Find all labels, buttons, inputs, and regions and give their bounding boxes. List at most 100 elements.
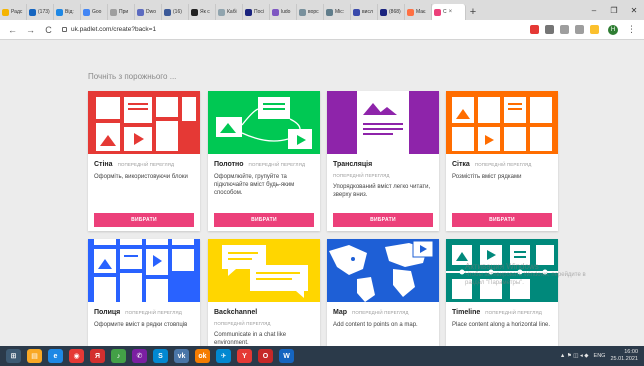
browser-tab[interactable]: Міс:: [324, 4, 351, 20]
new-tab-button[interactable]: +: [466, 4, 480, 20]
url-field[interactable]: uk.padlet.com/create?back=1: [62, 26, 521, 33]
card-title: Стіна: [94, 161, 113, 168]
preview-link[interactable]: ПОПЕРЕДНІЙ ПЕРЕГЛЯД: [118, 162, 175, 167]
ie-icon[interactable]: e: [48, 349, 63, 363]
settings-icon[interactable]: [545, 25, 554, 34]
card-shelf[interactable]: Полиця ПОПЕРЕДНІЙ ПЕРЕГЛЯД Оформите вміс…: [88, 239, 200, 346]
card-wall[interactable]: Стіна ПОПЕРЕДНІЙ ПЕРЕГЛЯД Оформіть, вико…: [88, 91, 200, 231]
tab-label: Кабі: [227, 9, 237, 15]
tab-label: (16): [173, 9, 182, 15]
chrome-icon[interactable]: ◉: [69, 349, 84, 363]
map-illustration-icon: [329, 240, 434, 302]
language-indicator[interactable]: ENG: [594, 353, 606, 359]
close-window-button[interactable]: ✕: [624, 0, 644, 20]
browser-tab[interactable]: Dwo: [135, 4, 162, 20]
telegram-icon[interactable]: ✈: [216, 349, 231, 363]
clock-date: 25.01.2021: [610, 356, 638, 362]
choose-stream-button[interactable]: ВИБРАТИ: [333, 213, 433, 227]
card-title: Сітка: [452, 161, 470, 168]
tab-favicon-icon: [299, 8, 306, 16]
start-icon[interactable]: ⊞: [6, 349, 21, 363]
viber-icon[interactable]: ✆: [132, 349, 147, 363]
preview-link[interactable]: ПОПЕРЕДНІЙ ПЕРЕГЛЯД: [214, 321, 271, 326]
browser-tab[interactable]: Від:: [54, 4, 81, 20]
tab-favicon-icon: [407, 8, 414, 16]
lock-icon: [62, 27, 67, 32]
tab-favicon-icon: [272, 8, 279, 16]
media-icon[interactable]: ♪: [111, 349, 126, 363]
browser-tab[interactable]: При: [108, 4, 135, 20]
tab-favicon-icon: [110, 8, 117, 16]
tab-favicon-icon: [2, 8, 9, 16]
menu-icon[interactable]: ⋮: [627, 24, 636, 35]
browser-tab[interactable]: Посі: [243, 4, 270, 20]
card-grid[interactable]: Сітка ПОПЕРЕДНІЙ ПЕРЕГЛЯД Розмістіть вмі…: [446, 91, 558, 231]
browser-tab[interactable]: висл: [351, 4, 378, 20]
reload-button[interactable]: C: [44, 25, 53, 35]
browser-tab[interactable]: Як с: [189, 4, 216, 20]
word-icon[interactable]: W: [279, 349, 294, 363]
chat-illustration-icon: [222, 245, 308, 298]
browser-tab-active[interactable]: С ×: [432, 4, 466, 20]
close-tab-icon[interactable]: ×: [449, 9, 453, 15]
card-title: Полотно: [214, 161, 244, 168]
star-icon[interactable]: [575, 25, 584, 34]
card-title: Map: [333, 309, 347, 316]
browser-tab[interactable]: Goo: [81, 4, 108, 20]
back-button[interactable]: ←: [8, 25, 17, 35]
map-thumbnail: [327, 239, 439, 302]
vk-icon[interactable]: vk: [174, 349, 189, 363]
profile-avatar[interactable]: Н: [608, 24, 618, 35]
choose-wall-button[interactable]: ВИБРАТИ: [94, 213, 194, 227]
card-description: Розмістіть вміст рядками: [452, 174, 522, 180]
browser-tab[interactable]: Має: [405, 4, 432, 20]
explorer-icon[interactable]: ▤: [27, 349, 42, 363]
browser-tab[interactable]: ворс: [297, 4, 324, 20]
extensions-area: [530, 25, 599, 34]
clock[interactable]: 16:00 25.01.2021: [610, 349, 638, 363]
preview-link[interactable]: ПОПЕРЕДНІЙ ПЕРЕГЛЯД: [125, 310, 182, 315]
extension-icon[interactable]: [530, 25, 539, 34]
system-tray: ▲ ⚑ ◫ ◂ ◆ ENG 16:00 25.01.2021: [560, 349, 638, 363]
card-canvas[interactable]: Полотно ПОПЕРЕДНІЙ ПЕРЕГЛЯД Оформлюйте, …: [208, 91, 320, 231]
preview-link[interactable]: ПОПЕРЕДНІЙ ПЕРЕГЛЯД: [249, 162, 306, 167]
translate-icon[interactable]: [560, 25, 569, 34]
preview-link[interactable]: ПОПЕРЕДНІЙ ПЕРЕГЛЯД: [352, 310, 409, 315]
card-backchannel[interactable]: Backchannel ПОПЕРЕДНІЙ ПЕРЕГЛЯД Communic…: [208, 239, 320, 346]
choose-canvas-button[interactable]: ВИБРАТИ: [214, 213, 314, 227]
skype-icon[interactable]: S: [153, 349, 168, 363]
card-timeline[interactable]: Timeline ПОПЕРЕДНІЙ ПЕРЕГЛЯД Place conte…: [446, 239, 558, 346]
opera-icon[interactable]: O: [258, 349, 273, 363]
forward-button[interactable]: →: [26, 25, 35, 35]
tab-label: При: [119, 9, 129, 15]
shelf-illustration-icon: [94, 239, 194, 302]
browser-tab[interactable]: Кабі: [216, 4, 243, 20]
card-map[interactable]: Map ПОПЕРЕДНІЙ ПЕРЕГЛЯД Add content to p…: [327, 239, 439, 346]
yandex-icon[interactable]: Я: [90, 349, 105, 363]
tab-label: Посі: [254, 9, 264, 15]
browser-tab[interactable]: (868): [378, 4, 405, 20]
card-description: Оформите вміст в рядки стовпців: [94, 322, 188, 328]
yandex-browser-icon[interactable]: Y: [237, 349, 252, 363]
windows-taskbar: ⊞ ▤ e ◉ Я ♪ ✆ Svk ok ✈ Y O W ▲ ⚑ ◫ ◂ ◆ ENG 16:00 25.…: [0, 346, 644, 366]
tab-favicon-icon: [29, 8, 36, 16]
maximize-button[interactable]: ❐: [604, 0, 624, 20]
preview-link[interactable]: ПОПЕРЕДНІЙ ПЕРЕГЛЯД: [333, 173, 390, 178]
browser-tab[interactable]: (173): [27, 4, 54, 20]
grid-thumbnail: [446, 91, 558, 154]
preview-link[interactable]: ПОПЕРЕДНІЙ ПЕРЕГЛЯД: [485, 310, 542, 315]
folder-icon[interactable]: [590, 25, 599, 34]
tray-icons[interactable]: ▲ ⚑ ◫ ◂ ◆: [560, 353, 589, 359]
choose-grid-button[interactable]: ВИБРАТИ: [452, 213, 552, 227]
tab-label: Має: [416, 9, 426, 15]
card-stream[interactable]: Трансляція ПОПЕРЕДНІЙ ПЕРЕГЛЯД Упорядков…: [327, 91, 439, 231]
card-description: Place content along a horizontal line.: [452, 322, 551, 328]
browser-tab[interactable]: (16): [162, 4, 189, 20]
padlet-create-page: Почніть з порожнього ... Стіна ПОПЕРЕДНІ…: [0, 41, 644, 346]
ok-icon[interactable]: ok: [195, 349, 210, 363]
tab-favicon-icon: [164, 8, 171, 16]
browser-tab[interactable]: ludo: [270, 4, 297, 20]
preview-link[interactable]: ПОПЕРЕДНІЙ ПЕРЕГЛЯД: [475, 162, 532, 167]
minimize-button[interactable]: –: [584, 0, 604, 20]
browser-tab[interactable]: Радс: [0, 4, 27, 20]
